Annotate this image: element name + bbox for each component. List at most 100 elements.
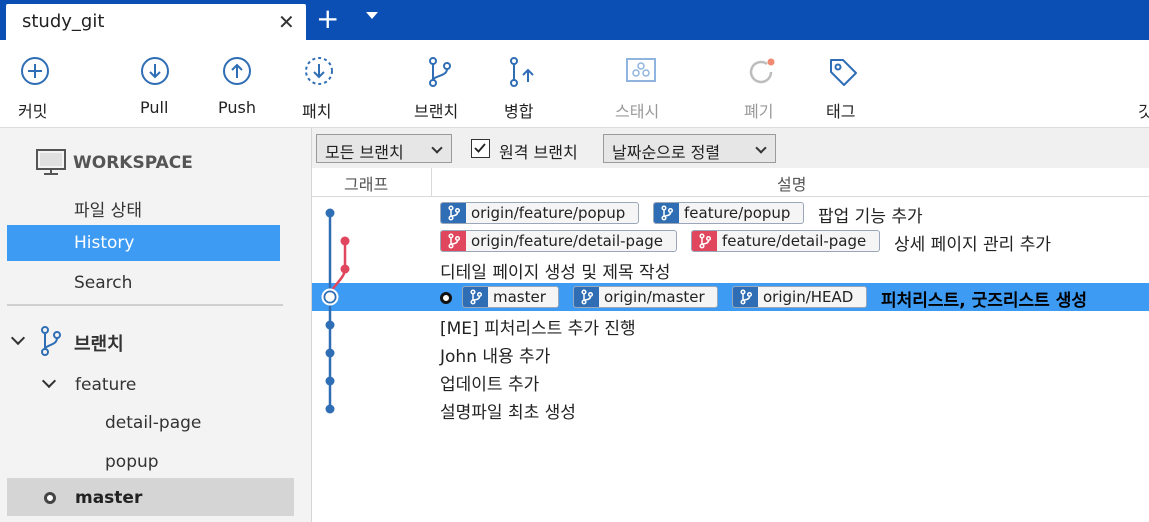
commit-node[interactable]: [325, 376, 335, 386]
commit-row[interactable]: origin/feature/popup feature/popup 팝업 기능 추…: [312, 199, 1149, 227]
tag-label: 태그: [826, 102, 856, 121]
commit-node[interactable]: [325, 404, 335, 414]
commit-node[interactable]: [325, 320, 335, 330]
ref-icon: [692, 231, 717, 251]
sidebar-item-label: History: [74, 233, 135, 253]
commit-message: [ME] 피처리스트 추가 진행: [440, 319, 636, 339]
patch-icon: [305, 57, 333, 85]
branch-icon: [429, 57, 451, 87]
chevron-down-icon[interactable]: [41, 373, 57, 389]
commit-graph: [321, 208, 350, 414]
tab-bar: study_git ✕ +: [0, 0, 1149, 40]
stash-icon: [626, 58, 656, 82]
push-button[interactable]: Push: [214, 40, 262, 128]
ref-icon: [463, 287, 488, 307]
ref-icon: [733, 287, 758, 307]
sidebar-item-search[interactable]: Search: [7, 265, 280, 301]
commit-label: 커밋: [18, 102, 48, 121]
ref-icon: [441, 231, 466, 251]
ref-icon: [654, 203, 679, 223]
plus-icon[interactable]: +: [316, 4, 339, 34]
commit-row[interactable]: 업데이트 추가: [312, 367, 1149, 395]
column-header: 그래프 설명: [312, 168, 1149, 197]
ref-name: feature/detail-page: [722, 232, 867, 250]
branch-icon: [470, 289, 483, 305]
commit-row[interactable]: 디테일 페이지 생성 및 제목 작성: [312, 255, 1149, 283]
sidebar-item-file-status[interactable]: 파일 상태: [7, 188, 280, 224]
push-icon: [223, 57, 251, 85]
workspace-header: WORKSPACE: [73, 153, 193, 173]
filter-bar: 모든 브랜치 원격 브랜치 날짜순으로 정렬: [312, 128, 1149, 168]
check-icon: [474, 143, 486, 153]
tag-icon: [830, 59, 857, 86]
chevron-down-icon[interactable]: [10, 330, 26, 346]
sidebar-item-history[interactable]: History: [7, 225, 280, 261]
chevron-down-icon: [431, 142, 443, 154]
stash-button[interactable]: 스태시: [612, 40, 670, 128]
commit-message: 디테일 페이지 생성 및 제목 작성: [440, 263, 671, 283]
branch-icon: [699, 233, 712, 249]
ref-label[interactable]: origin/master: [573, 286, 718, 308]
tag-button[interactable]: 태그: [824, 40, 864, 128]
commit-icon: [21, 57, 49, 85]
ref-name: master: [493, 288, 546, 306]
commit-row[interactable]: master origin/master origin/HEAD 피처리스트, 굿즈리…: [312, 283, 1149, 311]
repo-tab[interactable]: study_git ✕: [6, 4, 306, 40]
commit-row[interactable]: origin/feature/detail-page feature/detail…: [312, 227, 1149, 255]
branches-header[interactable]: 브랜치: [74, 330, 124, 356]
commit-row[interactable]: John 내용 추가: [312, 339, 1149, 367]
branch-folder-feature[interactable]: feature: [75, 375, 136, 395]
ref-label[interactable]: master: [462, 286, 559, 308]
ref-label[interactable]: origin/feature/detail-page: [440, 230, 677, 252]
commit-message: John 내용 추가: [440, 347, 551, 367]
merge-button[interactable]: 병합: [502, 40, 542, 128]
branch-item-popup[interactable]: popup: [105, 452, 159, 472]
head-indicator-icon: [440, 292, 452, 304]
sort-dropdown[interactable]: 날짜순으로 정렬: [603, 134, 776, 163]
chevron-down-icon: [755, 142, 767, 154]
sidebar-divider: [7, 304, 283, 306]
pull-label: Pull: [140, 98, 169, 117]
stash-label: 스태시: [615, 102, 660, 121]
commit-node[interactable]: [325, 348, 335, 358]
push-label: Push: [218, 98, 256, 117]
pull-icon: [141, 57, 169, 85]
sidebar-item-label: 파일 상태: [74, 201, 142, 221]
branch-label: 브랜치: [414, 102, 459, 121]
branch-item-master[interactable]: master: [7, 478, 294, 516]
ref-label[interactable]: feature/popup: [653, 202, 804, 224]
commit-button[interactable]: 커밋: [10, 40, 60, 128]
commit-message: 팝업 기능 추가: [818, 207, 923, 227]
merge-icon: [510, 57, 534, 87]
ref-label[interactable]: feature/detail-page: [691, 230, 880, 252]
patch-label: 패치: [302, 102, 332, 121]
close-icon[interactable]: ✕: [278, 10, 295, 34]
commit-row[interactable]: 설명파일 최초 생성: [312, 395, 1149, 423]
head-node-center: [326, 293, 334, 301]
commit-row[interactable]: [ME] 피처리스트 추가 진행: [312, 311, 1149, 339]
history-panel: 모든 브랜치 원격 브랜치 날짜순으로 정렬 그래프 설명 origin/fea…: [312, 128, 1149, 522]
pull-button[interactable]: Pull: [134, 40, 178, 128]
ref-name: origin/feature/popup: [471, 204, 626, 222]
merge-label: 병합: [504, 102, 534, 121]
current-branch-icon: [44, 492, 56, 504]
patch-button[interactable]: 패치: [300, 40, 340, 128]
ref-icon: [574, 287, 599, 307]
overflow-button[interactable]: 깃: [1136, 40, 1149, 128]
commit-node[interactable]: [325, 208, 335, 218]
sidebar-item-label: Search: [74, 273, 133, 293]
commit-node[interactable]: [340, 236, 350, 246]
discard-button[interactable]: 폐기: [742, 40, 782, 128]
column-description[interactable]: 설명: [777, 171, 806, 195]
ref-label[interactable]: origin/HEAD: [732, 286, 867, 308]
tab-title: study_git: [22, 11, 105, 32]
discard-label: 폐기: [744, 102, 774, 121]
branch-button[interactable]: 브랜치: [412, 40, 468, 128]
branch-item-detail-page[interactable]: detail-page: [105, 413, 201, 433]
monitor-icon: [36, 149, 66, 175]
remote-branches-checkbox[interactable]: [471, 139, 490, 158]
commit-node[interactable]: [340, 264, 350, 274]
ref-label[interactable]: origin/feature/popup: [440, 202, 639, 224]
chevron-down-icon[interactable]: [366, 12, 378, 19]
branch-item-label: master: [75, 488, 143, 508]
